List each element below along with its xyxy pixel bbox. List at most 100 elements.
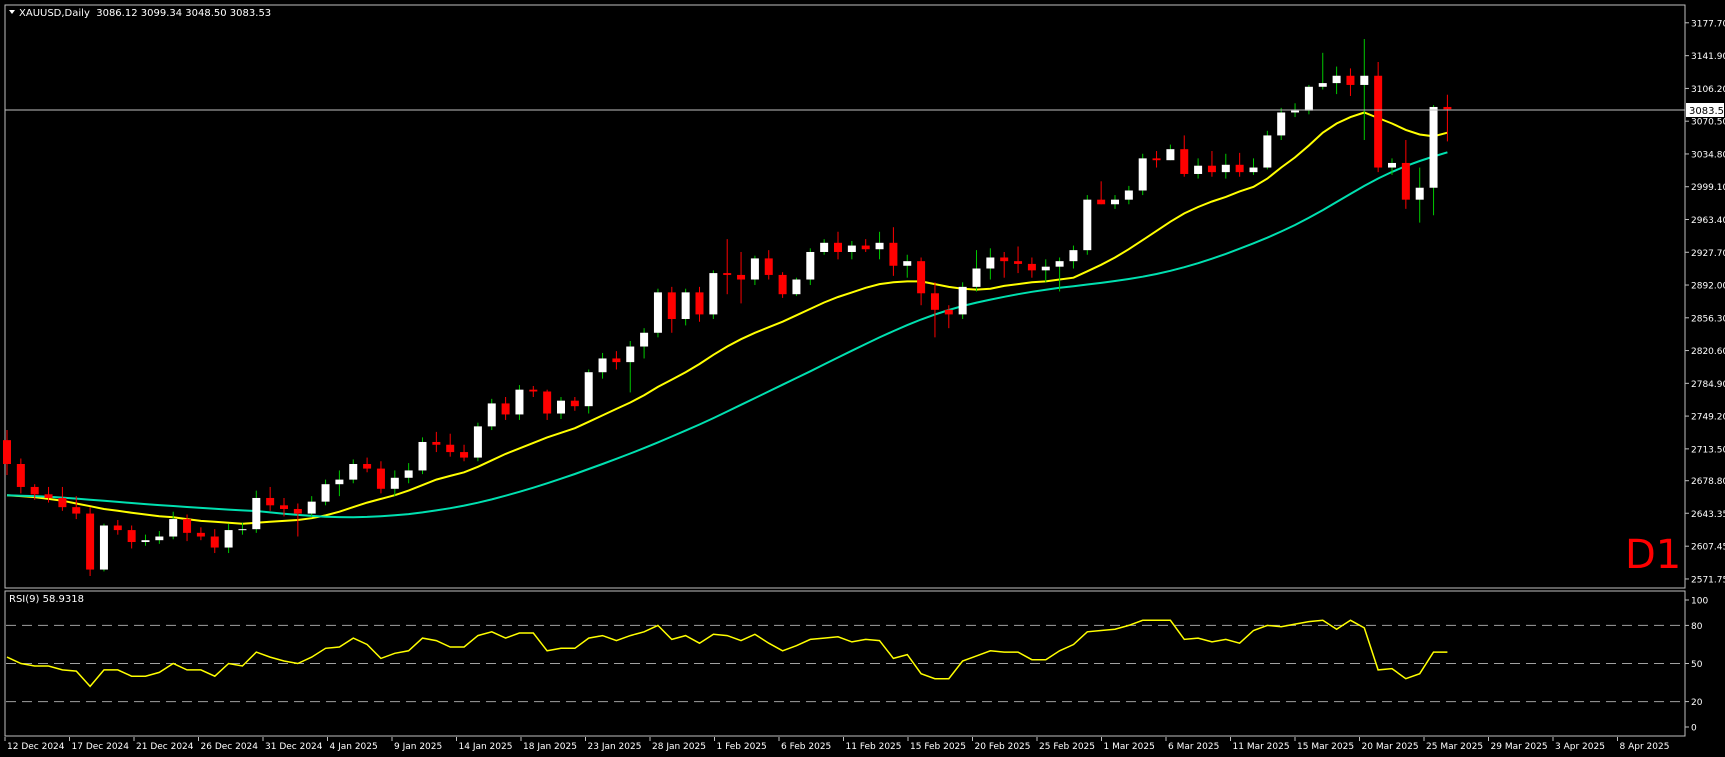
price-tick-label: 2678.80 bbox=[1691, 477, 1725, 487]
time-tick-label: 3 Apr 2025 bbox=[1555, 742, 1605, 752]
candle-bull bbox=[1041, 266, 1050, 271]
symbol-info: XAUUSD,Daily 3086.12 3099.34 3048.50 308… bbox=[19, 8, 271, 19]
candle-bull bbox=[1194, 165, 1203, 174]
candle-bull bbox=[99, 525, 108, 570]
candle-bear bbox=[861, 245, 870, 250]
candle-bear bbox=[667, 292, 676, 319]
price-tick-label: 2749.20 bbox=[1691, 413, 1725, 423]
candle-bear bbox=[44, 494, 53, 498]
rsi-info: RSI(9) 58.9318 bbox=[9, 594, 84, 605]
candle-bear bbox=[266, 497, 275, 506]
candle-bull bbox=[1415, 187, 1424, 200]
candle-bull bbox=[224, 530, 233, 548]
candle-bull bbox=[598, 358, 607, 373]
candle-bull bbox=[307, 501, 316, 514]
candle-bull bbox=[875, 242, 884, 250]
candle-bear bbox=[432, 441, 441, 445]
candle-bull bbox=[155, 536, 164, 541]
candle-bull bbox=[1318, 83, 1327, 87]
candle-bull bbox=[1360, 75, 1369, 85]
time-tick-label: 8 Apr 2025 bbox=[1620, 742, 1670, 752]
candle-bear bbox=[764, 258, 773, 275]
candle-bull bbox=[958, 286, 967, 315]
candle-bear bbox=[1180, 149, 1189, 174]
time-tick-label: 11 Feb 2025 bbox=[846, 742, 902, 752]
candle-bear bbox=[778, 274, 787, 295]
candle-bull bbox=[792, 279, 801, 295]
time-tick-label: 18 Jan 2025 bbox=[523, 742, 577, 752]
candle-bear bbox=[1346, 75, 1355, 85]
candle-bull bbox=[141, 540, 150, 543]
candle-bull bbox=[1069, 250, 1078, 262]
candle-bear bbox=[3, 440, 11, 465]
candle-bull bbox=[1332, 75, 1341, 84]
candle-bear bbox=[1401, 162, 1410, 200]
time-tick-label: 11 Mar 2025 bbox=[1233, 742, 1290, 752]
candle-bear bbox=[612, 358, 621, 363]
price-tick-label: 2607.45 bbox=[1691, 543, 1725, 553]
time-tick-label: 25 Feb 2025 bbox=[1039, 742, 1095, 752]
time-tick-label: 1 Feb 2025 bbox=[717, 742, 767, 752]
candle-bull bbox=[1263, 135, 1272, 168]
candle-bear bbox=[183, 519, 192, 533]
candle-bear bbox=[460, 452, 469, 458]
candle-bull bbox=[515, 389, 524, 415]
candle-bear bbox=[113, 525, 122, 531]
chart-canvas: 3177.70 3141.90 3106.20 3070.50 3034.80 2999.… bbox=[0, 0, 1725, 757]
candle-bull bbox=[238, 529, 247, 531]
price-tick-label: 2643.35 bbox=[1691, 510, 1725, 520]
candle-bear bbox=[1097, 199, 1106, 205]
price-tick-label: 2856.30 bbox=[1691, 314, 1725, 324]
candle-bull bbox=[473, 426, 482, 458]
candle-bull bbox=[972, 268, 981, 287]
timeframe-watermark: D1 bbox=[1625, 532, 1681, 578]
candle-bull bbox=[626, 346, 635, 363]
candle-bull bbox=[1083, 199, 1092, 251]
price-tick-label: 2999.10 bbox=[1691, 183, 1725, 193]
price-tick-label: 2927.70 bbox=[1691, 249, 1725, 259]
candle-bull bbox=[1124, 190, 1133, 200]
candle-bull bbox=[903, 261, 912, 266]
candle-bear bbox=[30, 486, 39, 495]
time-tick-label: 20 Mar 2025 bbox=[1362, 742, 1419, 752]
candle-bear bbox=[944, 309, 953, 315]
candle-bear bbox=[501, 403, 510, 415]
candle-bear bbox=[1207, 165, 1216, 173]
price-tick-label: 3034.80 bbox=[1691, 150, 1725, 160]
candle-bull bbox=[487, 403, 496, 427]
candle-bull bbox=[750, 258, 759, 280]
candle-bear bbox=[280, 505, 288, 509]
candle-bull bbox=[1429, 106, 1438, 188]
candle-bear bbox=[86, 513, 95, 570]
candle-bull bbox=[335, 479, 344, 485]
time-tick-label: 12 Dec 2024 bbox=[7, 742, 65, 752]
candle-bear bbox=[1235, 164, 1244, 173]
candle-bear bbox=[1000, 257, 1009, 262]
price-tick-label: 2892.00 bbox=[1691, 282, 1725, 292]
candle-bear bbox=[196, 532, 205, 537]
time-tick-label: 15 Mar 2025 bbox=[1297, 742, 1354, 752]
time-tick-label: 15 Feb 2025 bbox=[910, 742, 966, 752]
candle-bear bbox=[529, 389, 538, 392]
candle-bear bbox=[293, 508, 302, 514]
candle-bear bbox=[58, 497, 67, 508]
candle-bull bbox=[1291, 110, 1300, 113]
candle-bull bbox=[1277, 112, 1286, 136]
current-price-label: 3083.53 bbox=[1689, 106, 1725, 117]
candle-bear bbox=[570, 400, 579, 407]
time-tick-label: 29 Mar 2025 bbox=[1491, 742, 1548, 752]
candle-bull bbox=[1138, 158, 1147, 191]
time-tick-label: 23 Jan 2025 bbox=[588, 742, 642, 752]
candle-bull bbox=[321, 484, 330, 502]
candle-bear bbox=[737, 274, 746, 280]
candle-bear bbox=[834, 242, 842, 252]
candle-bear bbox=[1152, 158, 1161, 161]
candle-bull bbox=[584, 372, 593, 407]
candle-bear bbox=[1027, 263, 1036, 271]
candle-bull bbox=[640, 332, 649, 347]
candle-bear bbox=[1374, 75, 1383, 168]
rsi-tick-label: 100 bbox=[1691, 597, 1708, 607]
time-tick-label: 1 Mar 2025 bbox=[1104, 742, 1155, 752]
candle-bear bbox=[543, 391, 552, 414]
candle-bull bbox=[653, 292, 662, 333]
